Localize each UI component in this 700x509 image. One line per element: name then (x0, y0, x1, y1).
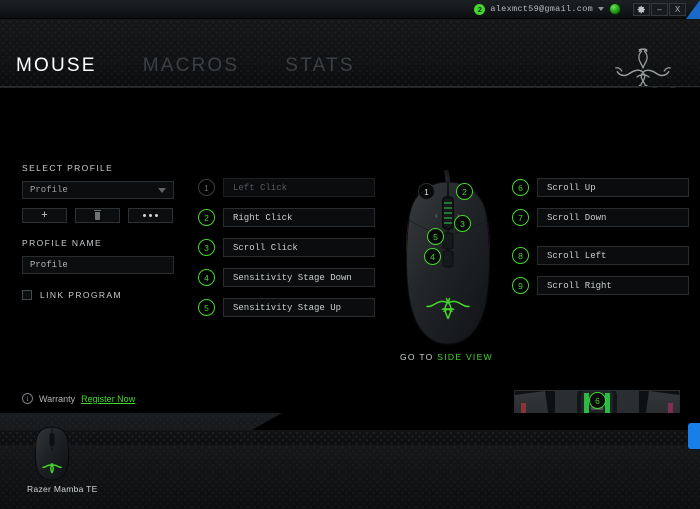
button-assignment-list-left: 1 Left Click 2 Right Click 3 Scroll Clic… (198, 178, 375, 328)
assignment-field-2[interactable]: Right Click (223, 208, 375, 227)
button-number-4: 4 (198, 269, 215, 286)
assignment-row-1: 1 Left Click (198, 178, 375, 197)
button-number-7: 7 (512, 209, 529, 226)
link-program-checkbox[interactable] (22, 290, 32, 300)
go-to-side-view-link[interactable]: GO TO SIDE VIEW (400, 352, 493, 362)
device-thumbnail[interactable] (30, 420, 150, 486)
razer-synapse-window: 2 alexmct59@gmail.com – X MOUSE MACROS S… (0, 0, 700, 509)
assignment-row-7: 7 Scroll Down (512, 208, 689, 227)
sideview-callout-6[interactable]: 6 (589, 392, 606, 409)
mouse-callout-4[interactable]: 4 (424, 248, 441, 265)
profile-select-value: Profile (30, 185, 68, 195)
link-program-label: LINK PROGRAM (40, 290, 122, 300)
assignment-field-6[interactable]: Scroll Up (537, 178, 689, 197)
main-tab-stats[interactable]: STATS (285, 55, 400, 77)
assignment-field-8[interactable]: Scroll Left (537, 246, 689, 265)
assignment-row-5: 5 Sensitivity Stage Up (198, 298, 375, 317)
button-assignment-list-right-top: 6 Scroll Up 7 Scroll Down (512, 178, 689, 238)
device-name-label: Razer Mamba TE (27, 484, 98, 494)
assignment-field-1[interactable]: Left Click (223, 178, 375, 197)
customize-panel: SELECT PROFILE Profile + PROFILE NAME Pr… (0, 88, 700, 462)
profile-panel: SELECT PROFILE Profile + PROFILE NAME Pr… (22, 163, 182, 300)
chevron-down-icon (158, 187, 166, 193)
side-view-label: SIDE VIEW (437, 352, 493, 362)
svg-text:‹: ‹ (435, 211, 438, 220)
minimize-button[interactable]: – (651, 2, 668, 16)
mouse-top-view: ‹ › 1 2 3 4 5 (398, 169, 498, 360)
assignment-field-4[interactable]: Sensitivity Stage Down (223, 268, 375, 287)
profile-select[interactable]: Profile (22, 181, 174, 199)
title-bar: 2 alexmct59@gmail.com – X (0, 0, 700, 19)
assignment-row-9: 9 Scroll Right (512, 276, 689, 295)
assignment-field-7[interactable]: Scroll Down (537, 208, 689, 227)
account-email-label[interactable]: alexmct59@gmail.com (490, 4, 593, 14)
delete-profile-button[interactable] (75, 208, 120, 223)
device-bar-accent[interactable] (688, 423, 700, 449)
main-tab-bar: MOUSE MACROS STATS (16, 55, 401, 77)
close-button[interactable]: X (669, 2, 686, 16)
mouse-callout-5[interactable]: 5 (427, 228, 444, 245)
assignment-field-5[interactable]: Sensitivity Stage Up (223, 298, 375, 317)
assignment-field-9[interactable]: Scroll Right (537, 276, 689, 295)
button-assignment-list-right-bottom: 8 Scroll Left 9 Scroll Right (512, 246, 689, 306)
gear-icon (637, 5, 645, 13)
assignment-row-3: 3 Scroll Click (198, 238, 375, 257)
info-icon[interactable]: i (22, 393, 33, 404)
profile-actions: + (22, 208, 182, 223)
window-controls: – X (633, 2, 686, 16)
assignment-row-4: 4 Sensitivity Stage Down (198, 268, 375, 287)
titlebar-accent-corner (686, 0, 700, 19)
plus-icon: + (41, 209, 48, 221)
button-number-6: 6 (512, 179, 529, 196)
add-profile-button[interactable]: + (22, 208, 67, 223)
mouse-callout-3[interactable]: 3 (454, 215, 471, 232)
more-profile-options-button[interactable] (128, 208, 173, 223)
device-bar-notch (252, 413, 700, 430)
select-profile-label: SELECT PROFILE (22, 163, 114, 173)
main-tab-macros[interactable]: MACROS (143, 55, 286, 77)
app-header: MOUSE MACROS STATS (0, 19, 700, 108)
mouse-callout-2[interactable]: 2 (456, 183, 473, 200)
profile-name-input[interactable]: Profile (22, 256, 174, 274)
mouse-callout-1[interactable]: 1 (418, 183, 435, 200)
go-to-prefix-label: GO TO (400, 352, 434, 362)
button-number-9: 9 (512, 277, 529, 294)
mouse-illustration: ‹ › (406, 169, 490, 345)
ellipsis-icon (143, 214, 158, 217)
avatar[interactable] (609, 3, 621, 15)
warranty-label: Warranty (39, 393, 76, 404)
device-bar: Razer Mamba TE (0, 413, 700, 509)
button-number-1: 1 (198, 179, 215, 196)
assignment-field-3[interactable]: Scroll Click (223, 238, 375, 257)
profile-name-label: PROFILE NAME (22, 238, 103, 248)
assignment-row-6: 6 Scroll Up (512, 178, 689, 197)
button-number-3: 3 (198, 239, 215, 256)
notification-badge[interactable]: 2 (474, 3, 486, 15)
chevron-down-icon[interactable] (598, 7, 604, 11)
register-now-link[interactable]: Register Now (81, 394, 135, 404)
assignment-row-2: 2 Right Click (198, 208, 375, 227)
trash-icon (94, 209, 101, 220)
button-number-8: 8 (512, 247, 529, 264)
assignment-row-8: 8 Scroll Left (512, 246, 689, 265)
warranty-row: i Warranty Register Now (22, 393, 135, 404)
device-mouse-icon (34, 420, 70, 481)
button-number-2: 2 (198, 209, 215, 226)
link-program-row[interactable]: LINK PROGRAM (22, 290, 182, 300)
main-tab-mouse[interactable]: MOUSE (16, 55, 143, 77)
button-number-5: 5 (198, 299, 215, 316)
settings-button[interactable] (633, 2, 650, 16)
